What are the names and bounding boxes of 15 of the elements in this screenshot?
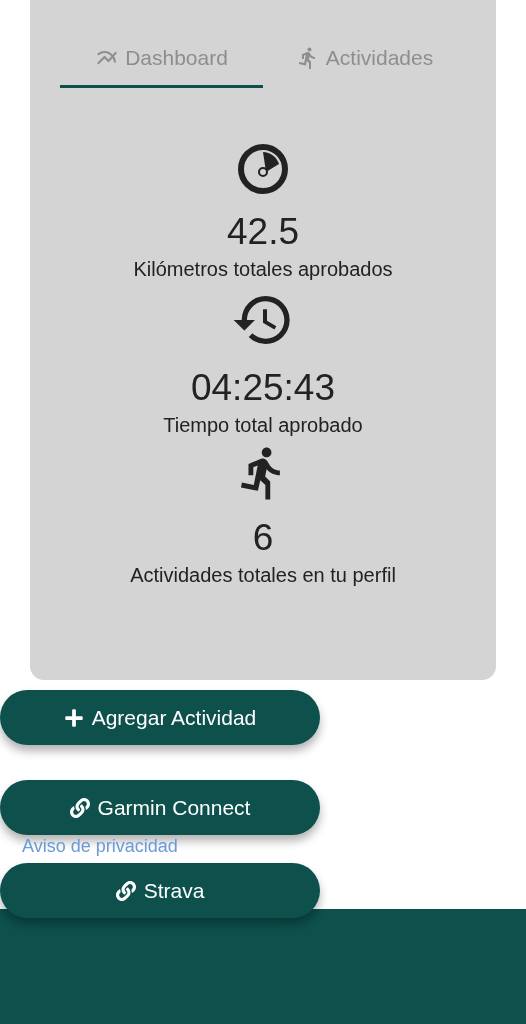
link-icon <box>69 797 90 818</box>
plus-icon <box>63 707 84 728</box>
tab-label: Dashboard <box>125 45 228 70</box>
gauge-icon <box>236 142 290 196</box>
stat-value: 42.5 <box>227 210 299 254</box>
tab-label: Actividades <box>325 45 434 70</box>
link-icon <box>115 880 136 901</box>
add-activity-button[interactable]: Agregar Actividad <box>0 690 320 745</box>
stat-label: Kilómetros totales aprobados <box>133 257 393 282</box>
stat-value: 04:25:43 <box>190 366 335 410</box>
connect-button[interactable]: Garmin Connect <box>0 780 320 835</box>
stat-value: 6 <box>252 516 274 560</box>
connect-button[interactable]: Strava <box>0 863 320 918</box>
stat-label: Actividades totales en tu perfil <box>130 563 396 588</box>
stat-label: Tiempo total aprobado <box>163 413 363 438</box>
